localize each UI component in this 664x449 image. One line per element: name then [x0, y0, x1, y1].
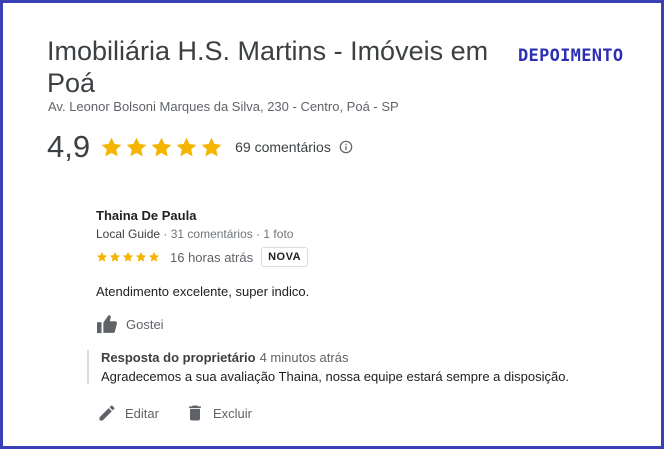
owner-response-title: Resposta do proprietário: [101, 350, 256, 365]
info-icon[interactable]: [339, 140, 353, 154]
reviewer-level: Local Guide: [96, 227, 161, 241]
owner-response-text: Agradecemos a sua avaliação Thaina, noss…: [101, 369, 570, 384]
delete-label: Excluir: [212, 405, 252, 421]
star-icon: [176, 137, 197, 156]
star-icon: [126, 137, 147, 156]
reviewer-name[interactable]: Thaina De Paula: [96, 208, 636, 223]
content-frame: Imobiliária H.S. Martins - Imóveis em Po…: [0, 0, 664, 449]
star-icon: [151, 137, 172, 156]
review-count-link[interactable]: 69 comentários: [235, 139, 331, 155]
new-badge: NOVA: [261, 247, 309, 267]
trash-icon: [189, 405, 201, 421]
business-title: Imobiliária H.S. Martins - Imóveis em Po…: [47, 36, 489, 98]
like-label: Gostei: [126, 316, 164, 332]
thumbs-up-icon: [97, 315, 117, 334]
review-stars: [96, 251, 160, 263]
star-icon: [122, 251, 134, 262]
star-icon: [201, 137, 222, 156]
star-icon: [96, 251, 108, 262]
reviewer-stats: · 31 comentários · 1 foto: [163, 227, 294, 241]
review-rating-line: 16 horas atrás NOVA: [96, 247, 636, 267]
star-icon: [148, 251, 160, 262]
rating-stars: [100, 136, 223, 159]
business-address: Av. Leonor Bolsoni Marques da Silva, 230…: [48, 99, 399, 114]
owner-response-time: 4 minutos atrás: [259, 350, 349, 365]
star-icon: [101, 137, 122, 156]
edit-button[interactable]: Editar: [97, 403, 159, 423]
owner-response: Resposta do proprietário 4 minutos atrás …: [87, 350, 641, 384]
testimonial-label: DEPOIMENTO: [518, 46, 624, 66]
owner-response-header: Resposta do proprietário 4 minutos atrás: [101, 350, 641, 365]
rating-summary: 4,9 69 comentários: [47, 129, 353, 165]
owner-actions: Editar Excluir: [97, 403, 278, 423]
star-icon: [135, 251, 147, 262]
pencil-icon: [99, 405, 115, 421]
review-time: 16 horas atrás: [170, 249, 254, 265]
review-text: Atendimento excelente, super indico.: [96, 284, 310, 299]
like-button[interactable]: Gostei: [96, 314, 636, 334]
delete-button[interactable]: Excluir: [185, 403, 252, 423]
reviewer-meta: Local Guide · 31 comentários · 1 foto: [96, 227, 636, 241]
edit-label: Editar: [125, 405, 159, 421]
star-icon: [109, 251, 121, 262]
rating-value: 4,9: [47, 129, 91, 164]
review-card: Thaina De Paula Local Guide · 31 comentá…: [96, 208, 636, 334]
